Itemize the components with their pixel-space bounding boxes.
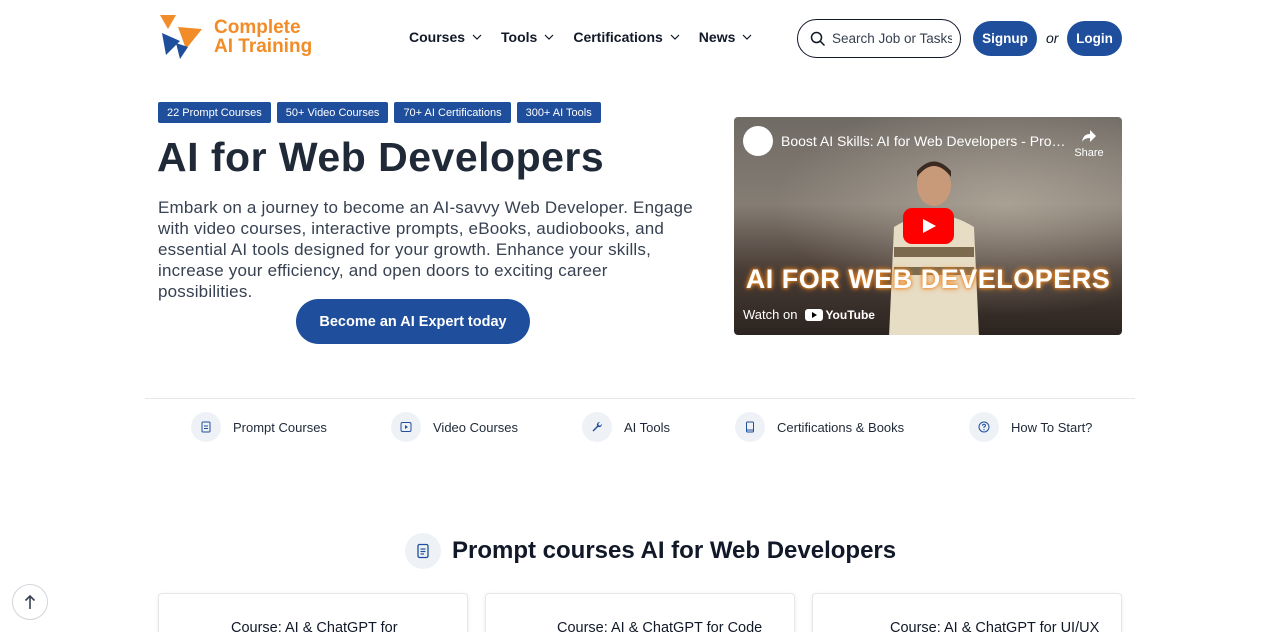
hero-description: Embark on a journey to become an AI-savv… [158,198,693,301]
section-heading: Prompt courses AI for Web Developers [405,533,896,569]
question-icon [969,412,999,442]
play-button[interactable] [903,208,954,244]
document-icon [405,533,441,569]
login-button[interactable]: Login [1067,21,1122,56]
tag-prompt-courses[interactable]: 22 Prompt Courses [158,102,271,123]
subnav-label: Video Courses [433,419,519,435]
section-title: Prompt courses AI for Web Developers [452,537,897,564]
subnav-label: AI Tools [624,419,671,435]
nav-label: Courses [409,29,466,45]
tag-ai-tools[interactable]: 300+ AI Tools [516,102,601,123]
subnav-label: Prompt Courses [233,419,327,435]
video-title[interactable]: Boost AI Skills: AI for Web Developers -… [781,133,1071,149]
page-title: AI for Web Developers [157,134,605,180]
wrench-icon [582,412,612,442]
tag-certifications[interactable]: 70+ AI Certifications [394,102,511,123]
divider [145,398,1135,399]
subnav-how-to-start[interactable]: How To Start? [969,412,1092,442]
brand-line2: AI Training [214,36,313,57]
brand-logo[interactable]: Complete AI Training [158,13,312,61]
book-icon [735,412,765,442]
tag-list: 22 Prompt Courses 50+ Video Courses 70+ … [158,102,601,123]
subnav-video-courses[interactable]: Video Courses [391,412,518,442]
main-nav: Courses Tools Certifications News [409,29,771,45]
share-label: Share [1074,147,1104,159]
tag-video-courses[interactable]: 50+ Video Courses [276,102,389,123]
subnav-label: Certifications & Books [777,419,905,435]
or-separator: or [1046,30,1059,46]
chevron-down-icon [472,34,482,40]
signup-button[interactable]: Signup [973,21,1037,56]
course-card-title[interactable]: Course: AI & ChatGPT for UI/UX [890,620,1099,632]
chevron-down-icon [670,34,680,40]
search-box[interactable] [797,19,961,58]
course-card[interactable]: Course: AI & ChatGPT for UI/UX [812,593,1122,632]
course-card-title[interactable]: Course: AI & ChatGPT for Code [557,620,762,632]
course-card[interactable]: Course: AI & ChatGPT for [158,593,468,632]
youtube-label: YouTube [825,307,875,322]
channel-avatar[interactable] [743,126,773,156]
video-overlay-text: AI FOR WEB DEVELOPERS [745,264,1111,294]
share-button[interactable]: Share [1074,127,1104,159]
watch-on-youtube[interactable]: Watch on YouTube [743,307,875,322]
play-icon [391,412,421,442]
chevron-down-icon [742,34,752,40]
document-icon [191,412,221,442]
subnav-prompt-courses[interactable]: Prompt Courses [191,412,327,442]
cta-button[interactable]: Become an AI Expert today [296,299,530,344]
subnav-certifications-books[interactable]: Certifications & Books [735,412,904,442]
logo-icon [160,15,202,59]
share-icon [1082,130,1096,142]
site-header: Complete AI Training Courses Tools Certi… [0,0,1280,78]
search-input[interactable] [832,31,952,46]
youtube-logo: YouTube [805,308,875,322]
nav-courses[interactable]: Courses [409,29,483,45]
arrow-up-icon [24,594,36,609]
watch-on-label: Watch on [743,307,798,322]
nav-tools[interactable]: Tools [501,29,555,45]
search-icon [810,31,826,46]
youtube-icon [805,308,824,321]
brand-line1: Complete [214,17,301,38]
nav-label: Tools [501,29,538,45]
nav-label: Certifications [573,29,663,45]
nav-certifications[interactable]: Certifications [573,29,680,45]
nav-label: News [698,29,736,45]
scroll-to-top-button[interactable] [12,584,48,620]
nav-news[interactable]: News [699,29,754,45]
course-card[interactable]: Course: AI & ChatGPT for Code [485,593,795,632]
course-card-title[interactable]: Course: AI & ChatGPT for [231,620,398,632]
video-player[interactable]: Boost AI Skills: AI for Web Developers -… [734,117,1122,335]
subnav-label: How To Start? [1011,419,1093,435]
chevron-down-icon [544,34,554,40]
subnav-ai-tools[interactable]: AI Tools [582,412,670,442]
